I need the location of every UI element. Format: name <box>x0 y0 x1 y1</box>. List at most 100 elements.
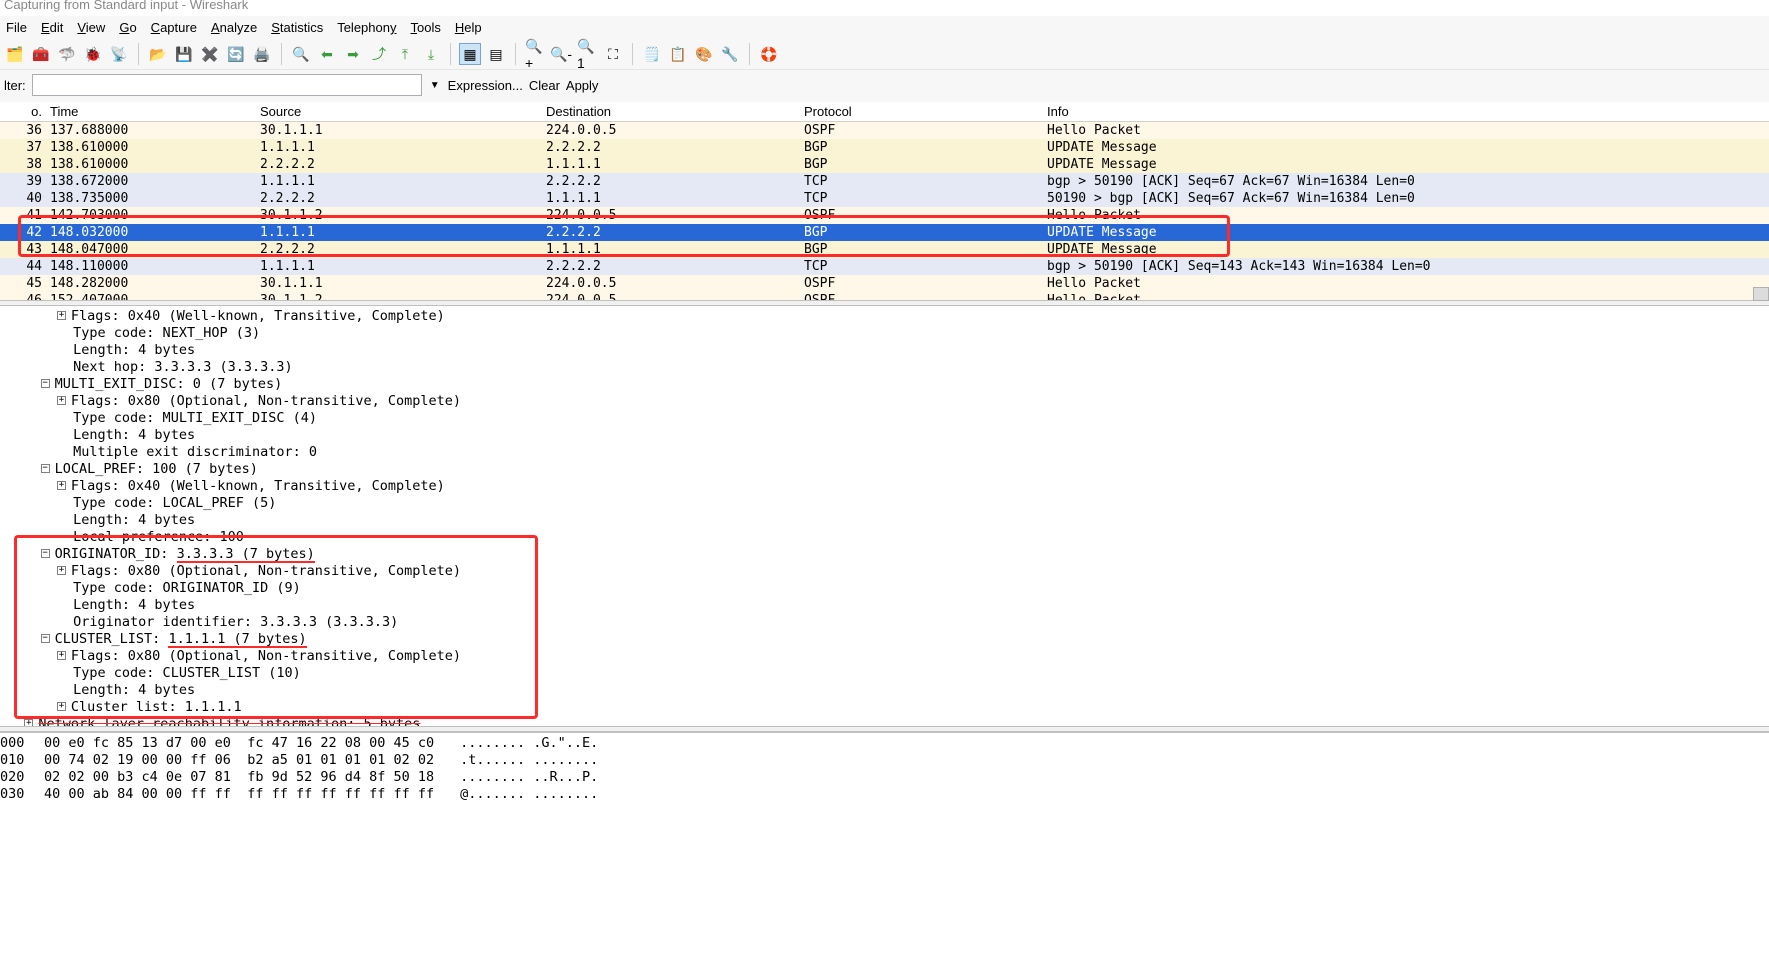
scrollbar-thumb[interactable] <box>1753 287 1769 301</box>
packet-list[interactable]: 36137.68800030.1.1.1224.0.0.5OSPFHello P… <box>0 122 1769 300</box>
save-file-icon[interactable]: 💾 <box>173 43 195 65</box>
packet-row[interactable]: 44148.1100001.1.1.12.2.2.2TCPbgp > 50190… <box>0 258 1769 275</box>
hex-line[interactable]: 03040 00 ab 84 00 00 ff ff ff ff ff ff f… <box>0 786 1769 803</box>
expand-icon[interactable]: + <box>24 719 33 727</box>
tree-type-nexthop[interactable]: Type code: NEXT_HOP (3) <box>0 325 1769 342</box>
tree-length[interactable]: Length: 4 bytes <box>0 512 1769 529</box>
packet-row[interactable]: 38138.6100002.2.2.21.1.1.1BGPUPDATE Mess… <box>0 156 1769 173</box>
col-header-no[interactable]: o. <box>0 104 46 119</box>
col-header-destination[interactable]: Destination <box>542 104 800 119</box>
tree-nlri[interactable]: +Network layer reachability information:… <box>0 716 1769 726</box>
expand-icon[interactable]: + <box>57 702 66 711</box>
tree-type-lp[interactable]: Type code: LOCAL_PREF (5) <box>0 495 1769 512</box>
expand-icon[interactable]: + <box>57 651 66 660</box>
col-header-protocol[interactable]: Protocol <box>800 104 1043 119</box>
menu-analyze[interactable]: Analyze <box>211 20 257 35</box>
coloring-rules-icon[interactable]: 🎨 <box>693 43 715 65</box>
menu-view[interactable]: View <box>77 20 105 35</box>
help-icon[interactable]: 🛟 <box>758 43 780 65</box>
menu-statistics[interactable]: Statistics <box>271 20 323 35</box>
go-forward-icon[interactable]: ➡ <box>342 43 364 65</box>
packet-row[interactable]: 46152.40700030.1.1.2224.0.0.5OSPFHello P… <box>0 292 1769 300</box>
expand-icon[interactable]: + <box>57 396 66 405</box>
interfaces-icon[interactable]: 🗂️ <box>4 43 26 65</box>
collapse-icon[interactable]: − <box>41 464 50 473</box>
tree-nexthop-value[interactable]: Next hop: 3.3.3.3 (3.3.3.3) <box>0 359 1769 376</box>
restart-capture-icon[interactable]: 📡 <box>108 43 130 65</box>
packet-row[interactable]: 43148.0470002.2.2.21.1.1.1BGPUPDATE Mess… <box>0 241 1769 258</box>
display-filters-icon[interactable]: 📋 <box>667 43 689 65</box>
packet-row[interactable]: 42148.0320001.1.1.12.2.2.2BGPUPDATE Mess… <box>0 224 1769 241</box>
go-first-icon[interactable]: ⤒ <box>394 43 416 65</box>
tree-cluster-list[interactable]: −CLUSTER_LIST: 1.1.1.1 (7 bytes) <box>0 631 1769 648</box>
close-file-icon[interactable]: ✖️ <box>199 43 221 65</box>
filter-input[interactable] <box>32 74 422 96</box>
menu-capture[interactable]: Capture <box>151 20 197 35</box>
packet-detail-pane[interactable]: +Flags: 0x40 (Well-known, Transitive, Co… <box>0 306 1769 726</box>
filter-dropdown-icon[interactable]: ▼ <box>428 80 442 91</box>
filter-expression-button[interactable]: Expression... <box>448 78 523 93</box>
zoom-in-icon[interactable]: 🔍+ <box>524 43 546 65</box>
tree-flags-wk[interactable]: +Flags: 0x40 (Well-known, Transitive, Co… <box>0 478 1769 495</box>
tree-length[interactable]: Length: 4 bytes <box>0 427 1769 444</box>
packet-row[interactable]: 39138.6720001.1.1.12.2.2.2TCPbgp > 50190… <box>0 173 1769 190</box>
tree-cluster-value[interactable]: +Cluster list: 1.1.1.1 <box>0 699 1769 716</box>
go-back-icon[interactable]: ⬅ <box>316 43 338 65</box>
tree-multi-exit-disc[interactable]: −MULTI_EXIT_DISC: 0 (7 bytes) <box>0 376 1769 393</box>
tree-flags-opt[interactable]: +Flags: 0x80 (Optional, Non-transitive, … <box>0 393 1769 410</box>
resize-cols-icon[interactable]: ⛶ <box>602 43 624 65</box>
tree-med-value[interactable]: Multiple exit discriminator: 0 <box>0 444 1769 461</box>
stop-capture-icon[interactable]: 🐞 <box>82 43 104 65</box>
tree-flags-opt[interactable]: +Flags: 0x80 (Optional, Non-transitive, … <box>0 563 1769 580</box>
packet-row[interactable]: 37138.6100001.1.1.12.2.2.2BGPUPDATE Mess… <box>0 139 1769 156</box>
packet-bytes-pane[interactable]: 00000 e0 fc 85 13 d7 00 e0 fc 47 16 22 0… <box>0 732 1769 803</box>
menu-go[interactable]: Go <box>119 20 136 35</box>
col-header-source[interactable]: Source <box>256 104 542 119</box>
expand-icon[interactable]: + <box>57 481 66 490</box>
collapse-icon[interactable]: − <box>41 634 50 643</box>
autoscroll-icon[interactable]: ▤ <box>485 43 507 65</box>
tree-length[interactable]: Length: 4 bytes <box>0 597 1769 614</box>
tree-flags-opt[interactable]: +Flags: 0x80 (Optional, Non-transitive, … <box>0 648 1769 665</box>
collapse-icon[interactable]: − <box>41 549 50 558</box>
go-last-icon[interactable]: ⤓ <box>420 43 442 65</box>
tree-originator-value[interactable]: Originator identifier: 3.3.3.3 (3.3.3.3) <box>0 614 1769 631</box>
menu-telephony[interactable]: Telephony <box>337 20 396 35</box>
menu-tools[interactable]: Tools <box>410 20 440 35</box>
start-capture-icon[interactable]: 🦈 <box>56 43 78 65</box>
find-icon[interactable]: 🔍 <box>290 43 312 65</box>
hex-line[interactable]: 00000 e0 fc 85 13 d7 00 e0 fc 47 16 22 0… <box>0 735 1769 752</box>
col-header-info[interactable]: Info <box>1043 104 1769 119</box>
packet-row[interactable]: 40138.7350002.2.2.21.1.1.1TCP50190 > bgp… <box>0 190 1769 207</box>
zoom-reset-icon[interactable]: 🔍1 <box>576 43 598 65</box>
expand-icon[interactable]: + <box>57 311 66 320</box>
packet-row[interactable]: 36137.68800030.1.1.1224.0.0.5OSPFHello P… <box>0 122 1769 139</box>
collapse-icon[interactable]: − <box>41 379 50 388</box>
col-header-time[interactable]: Time <box>46 104 256 119</box>
tree-length[interactable]: Length: 4 bytes <box>0 342 1769 359</box>
tree-local-pref[interactable]: −LOCAL_PREF: 100 (7 bytes) <box>0 461 1769 478</box>
reload-icon[interactable]: 🔄 <box>225 43 247 65</box>
filter-clear-button[interactable]: Clear <box>529 78 560 93</box>
options-icon[interactable]: 🧰 <box>30 43 52 65</box>
go-to-icon[interactable]: ⤴ <box>368 43 390 65</box>
pane-splitter-2[interactable] <box>0 726 1769 732</box>
print-icon[interactable]: 🖨️ <box>251 43 273 65</box>
tree-type-oid[interactable]: Type code: ORIGINATOR_ID (9) <box>0 580 1769 597</box>
colorize-icon[interactable]: ▦ <box>459 43 481 65</box>
menu-help[interactable]: Help <box>455 20 482 35</box>
capture-filters-icon[interactable]: 🗒️ <box>641 43 663 65</box>
hex-line[interactable]: 01000 74 02 19 00 00 ff 06 b2 a5 01 01 0… <box>0 752 1769 769</box>
prefs-icon[interactable]: 🔧 <box>719 43 741 65</box>
tree-lp-value[interactable]: Local preference: 100 <box>0 529 1769 546</box>
packet-row[interactable]: 41142.70300030.1.1.2224.0.0.5OSPFHello P… <box>0 207 1769 224</box>
menu-file[interactable]: File <box>6 20 27 35</box>
tree-flags-wellknown[interactable]: +Flags: 0x40 (Well-known, Transitive, Co… <box>0 308 1769 325</box>
packet-row[interactable]: 45148.28200030.1.1.1224.0.0.5OSPFHello P… <box>0 275 1769 292</box>
expand-icon[interactable]: + <box>57 566 66 575</box>
menu-edit[interactable]: Edit <box>41 20 63 35</box>
tree-originator-id[interactable]: −ORIGINATOR_ID: 3.3.3.3 (7 bytes) <box>0 546 1769 563</box>
zoom-out-icon[interactable]: 🔍- <box>550 43 572 65</box>
open-file-icon[interactable]: 📂 <box>147 43 169 65</box>
tree-length[interactable]: Length: 4 bytes <box>0 682 1769 699</box>
